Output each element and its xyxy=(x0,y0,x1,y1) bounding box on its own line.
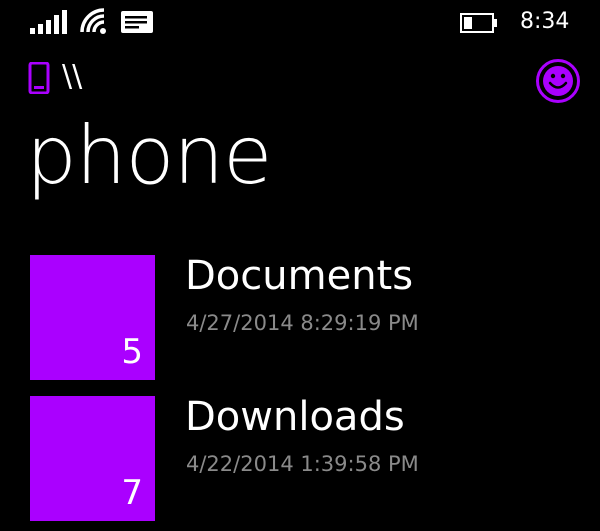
folder-date: 4/27/2014 8:29:19 PM xyxy=(186,311,419,335)
wifi-icon xyxy=(80,8,106,34)
status-bar: 8:34 xyxy=(0,0,600,44)
folder-count: 5 xyxy=(121,332,143,372)
folder-date: 4/22/2014 1:39:58 PM xyxy=(186,452,419,476)
phone-icon xyxy=(28,62,50,94)
battery-icon xyxy=(460,13,497,33)
page-title: phone xyxy=(26,109,272,202)
folder-item-downloads[interactable]: 7 Downloads 4/22/2014 1:39:58 PM xyxy=(30,394,570,522)
smiley-icon xyxy=(536,59,580,103)
smiley-button[interactable] xyxy=(535,58,581,104)
folder-tile: 5 xyxy=(30,255,155,380)
path-label: \\ xyxy=(62,59,83,94)
folder-name: Documents xyxy=(185,253,414,299)
folder-tile: 7 xyxy=(30,396,155,521)
clock: 8:34 xyxy=(520,9,570,34)
signal-icon xyxy=(30,10,67,34)
folder-item-documents[interactable]: 5 Documents 4/27/2014 8:29:19 PM xyxy=(30,253,570,381)
notification-icon xyxy=(121,11,153,33)
folder-count: 7 xyxy=(121,473,143,513)
folder-name: Downloads xyxy=(185,394,405,440)
